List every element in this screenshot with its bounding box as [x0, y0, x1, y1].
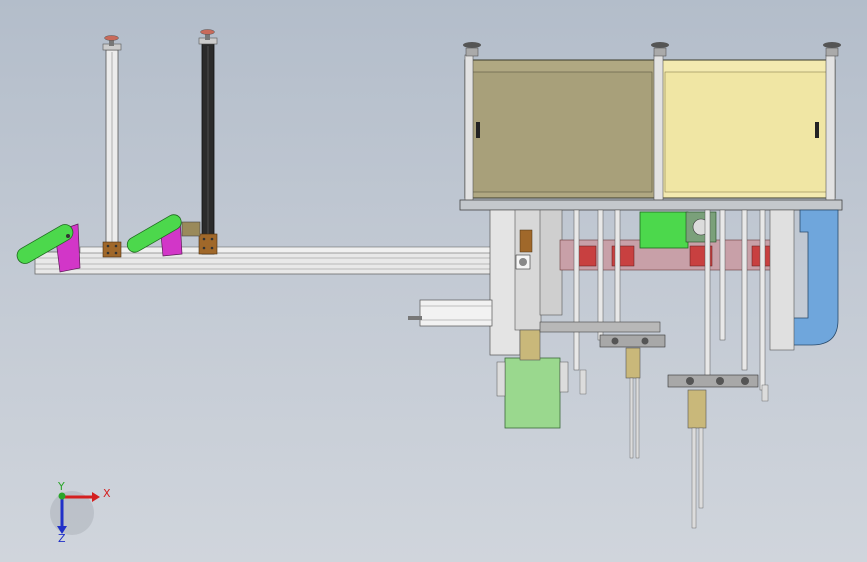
cabinet-feet: [463, 42, 841, 57]
base-plate: [459, 199, 843, 211]
y-axis-marker: [58, 492, 66, 500]
x-axis-label: X: [103, 487, 111, 500]
cad-viewport: X Y Z: [16, 29, 843, 545]
cabinet-right: [653, 54, 836, 206]
axis-triad: X Y Z: [50, 480, 111, 545]
door-handle: [815, 122, 819, 138]
y-axis-label: Y: [57, 480, 65, 493]
leveling-foot-icon: [104, 35, 119, 41]
manifold-block: [559, 211, 791, 271]
vertical-post-center: [198, 29, 218, 255]
door-handle: [476, 122, 480, 138]
leveling-foot-icon: [651, 42, 669, 48]
leveling-foot-icon: [463, 42, 481, 48]
vertical-post-left: [102, 35, 122, 258]
tool-plates: [539, 321, 759, 388]
z-axis-label: Z: [58, 532, 66, 545]
cabinet-left: [464, 54, 658, 206]
pneumatic-cylinder: [408, 299, 493, 327]
leveling-foot-icon: [200, 29, 215, 35]
leveling-foot-icon: [823, 42, 841, 48]
